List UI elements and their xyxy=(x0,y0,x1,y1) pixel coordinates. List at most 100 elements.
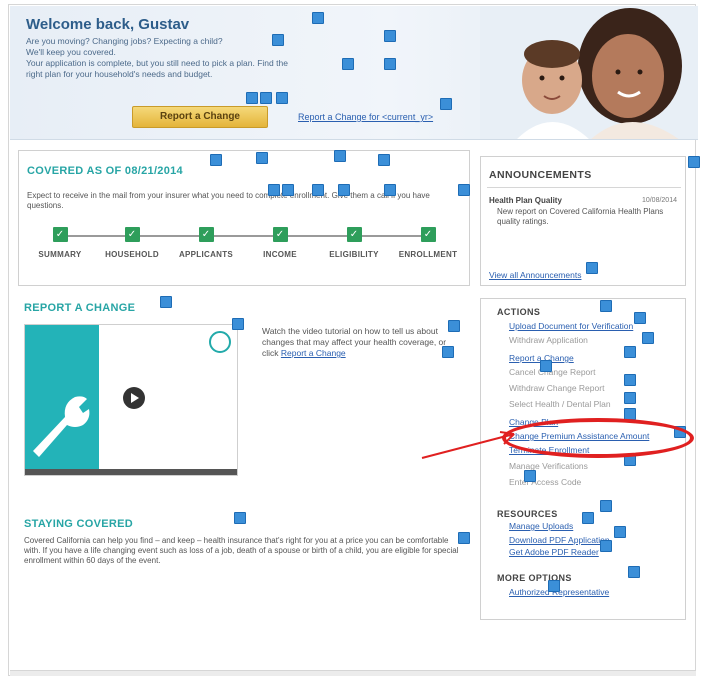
annotation-marker xyxy=(540,360,552,372)
annotation-marker xyxy=(624,392,636,404)
step-applicants[interactable]: ✓ APPLICANTS xyxy=(171,227,241,259)
annotation-marker xyxy=(614,526,626,538)
video-description: Watch the video tutorial on how to tell … xyxy=(262,326,462,359)
welcome-title: Welcome back, Gustav xyxy=(26,16,190,33)
cancel-change-report-link[interactable]: Cancel Change Report xyxy=(509,367,595,377)
annotation-marker xyxy=(548,580,560,592)
step-label: APPLICANTS xyxy=(178,250,234,259)
step-label: ELIGIBILITY xyxy=(329,250,379,259)
annotation-marker xyxy=(276,92,288,104)
announcement-date: 10/08/2014 xyxy=(641,197,677,204)
check-icon: ✓ xyxy=(52,227,68,242)
step-label: SUMMARY xyxy=(38,250,82,259)
check-icon: ✓ xyxy=(272,227,288,242)
covered-california-logo xyxy=(209,331,231,353)
annotation-marker xyxy=(688,156,700,168)
check-icon: ✓ xyxy=(346,227,362,242)
report-change-current-year-link[interactable]: Report a Change for <current_yr> xyxy=(298,112,433,122)
family-photo xyxy=(480,6,698,139)
announcements-title: ANNOUNCEMENTS xyxy=(489,169,592,181)
welcome-line: We'll keep you covered. xyxy=(26,47,116,57)
step-eligibility[interactable]: ✓ ELIGIBILITY xyxy=(319,227,389,259)
annotation-marker xyxy=(600,540,612,552)
welcome-text: Are you moving? Changing jobs? Expecting… xyxy=(26,36,386,80)
step-label: ENROLLMENT xyxy=(398,250,458,259)
annotation-marker xyxy=(384,30,396,42)
report-change-button[interactable]: Report a Change xyxy=(132,106,268,128)
step-label: HOUSEHOLD xyxy=(105,250,159,259)
annotation-marker xyxy=(384,184,396,196)
welcome-line: Are you moving? Changing jobs? Expecting… xyxy=(26,36,223,46)
check-icon: ✓ xyxy=(420,227,436,242)
play-icon[interactable] xyxy=(123,387,145,409)
annotation-marker xyxy=(232,318,244,330)
annotation-marker xyxy=(448,320,460,332)
actions-title: ACTIONS xyxy=(497,307,541,317)
coverage-status-panel: COVERED AS OF 08/21/2014 Expect to recei… xyxy=(18,150,470,286)
annotation-marker xyxy=(312,184,324,196)
download-pdf-link[interactable]: Download PDF Application xyxy=(509,535,610,545)
annotation-marker xyxy=(624,346,636,358)
annotation-marker xyxy=(642,332,654,344)
step-summary[interactable]: ✓ SUMMARY xyxy=(25,227,95,259)
annotation-marker xyxy=(282,184,294,196)
step-household[interactable]: ✓ HOUSEHOLD xyxy=(97,227,167,259)
withdraw-application-link[interactable]: Withdraw Application xyxy=(509,335,588,345)
annotation-marker xyxy=(628,566,640,578)
annotation-marker xyxy=(210,154,222,166)
annotation-marker xyxy=(312,12,324,24)
annotation-marker xyxy=(586,262,598,274)
step-income[interactable]: ✓ INCOME xyxy=(245,227,315,259)
annotation-marker xyxy=(272,34,284,46)
enter-access-code-link[interactable]: Enter Access Code xyxy=(509,477,581,487)
annotation-marker xyxy=(342,58,354,70)
upload-document-link[interactable]: Upload Document for Verification xyxy=(509,321,633,331)
annotation-marker xyxy=(582,512,594,524)
coverage-title: COVERED AS OF 08/21/2014 xyxy=(27,165,183,177)
view-all-announcements-link[interactable]: View all Announcements xyxy=(489,270,581,280)
annotation-marker xyxy=(378,154,390,166)
manage-uploads-link[interactable]: Manage Uploads xyxy=(509,521,573,531)
check-icon: ✓ xyxy=(124,227,140,242)
report-change-title: REPORT A CHANGE xyxy=(24,302,136,314)
welcome-line: Your application is complete, but you st… xyxy=(26,58,288,68)
annotation-marker xyxy=(524,470,536,482)
annotation-marker xyxy=(246,92,258,104)
annotation-marker xyxy=(268,184,280,196)
annotation-marker xyxy=(384,58,396,70)
withdraw-change-report-link[interactable]: Withdraw Change Report xyxy=(509,383,604,393)
enrollment-progress-steps: ✓ SUMMARY ✓ HOUSEHOLD ✓ APPLICANTS ✓ INC… xyxy=(25,227,465,267)
annotation-marker xyxy=(442,346,454,358)
annotation-marker xyxy=(256,152,268,164)
annotation-marker xyxy=(160,296,172,308)
welcome-banner: Welcome back, Gustav Are you moving? Cha… xyxy=(10,6,698,140)
annotation-marker xyxy=(600,300,612,312)
welcome-line: right plan for your household's needs an… xyxy=(26,69,213,79)
annotation-marker xyxy=(334,150,346,162)
annotation-marker xyxy=(624,374,636,386)
resources-title: RESOURCES xyxy=(497,509,558,519)
announcement-body: New report on Covered California Health … xyxy=(497,207,664,226)
annotation-marker xyxy=(234,512,246,524)
manage-verifications-link[interactable]: Manage Verifications xyxy=(509,461,588,471)
report-change-inline-link[interactable]: Report a Change xyxy=(281,348,346,358)
annotation-marker xyxy=(600,500,612,512)
divider xyxy=(487,187,681,188)
get-adobe-reader-link[interactable]: Get Adobe PDF Reader xyxy=(509,547,599,557)
announcements-panel: ANNOUNCEMENTS Health Plan Quality 10/08/… xyxy=(480,156,686,286)
staying-covered-title: STAYING COVERED xyxy=(24,518,134,530)
video-player[interactable] xyxy=(24,324,238,476)
highlight-oval xyxy=(502,418,694,458)
annotation-marker xyxy=(338,184,350,196)
annotation-marker xyxy=(260,92,272,104)
step-label: INCOME xyxy=(263,250,297,259)
video-controls-bar[interactable] xyxy=(25,469,237,475)
annotation-marker xyxy=(458,184,470,196)
step-enrollment[interactable]: ✓ ENROLLMENT xyxy=(393,227,463,259)
announcement-title: Health Plan Quality xyxy=(489,196,562,205)
annotation-marker xyxy=(440,98,452,110)
horizontal-scrollbar[interactable] xyxy=(10,670,696,676)
more-options-title: MORE OPTIONS xyxy=(497,573,572,583)
staying-covered-text: Covered California can help you find – a… xyxy=(24,536,459,565)
select-plan-link[interactable]: Select Health / Dental Plan xyxy=(509,399,611,409)
